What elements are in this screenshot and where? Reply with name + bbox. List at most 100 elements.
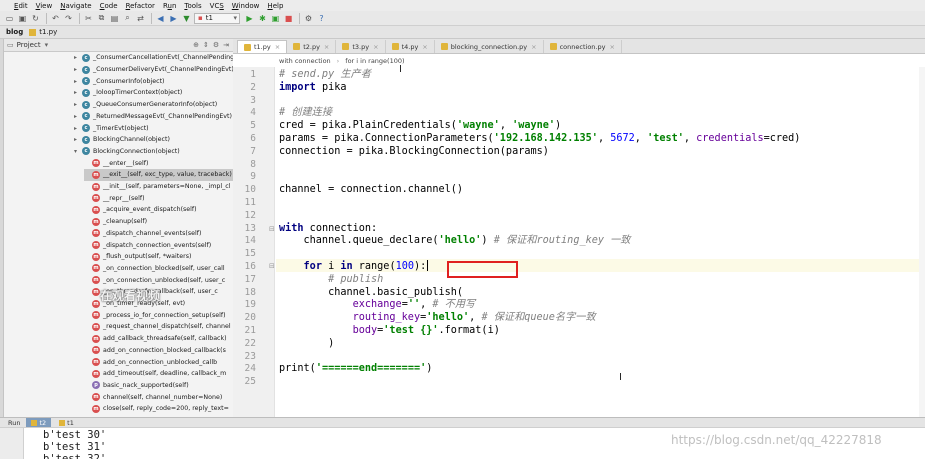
menu-item-tools[interactable]: Tools (184, 2, 201, 10)
menu-item-navigate[interactable]: Navigate (60, 2, 91, 10)
tree-method-item[interactable]: m _process_io_for_connection_setup(self) (84, 309, 233, 321)
close-icon[interactable]: × (609, 43, 614, 51)
tree-method-item[interactable]: m _acquire_event_dispatch(self) (84, 204, 233, 216)
close-icon[interactable]: × (324, 43, 329, 51)
editor-tab[interactable]: blocking_connection.py × (435, 40, 544, 53)
editor-breadcrumb-item[interactable]: for i in range(100) (345, 57, 404, 65)
menu-item-vcs[interactable]: VCS (210, 2, 224, 10)
editor-tab[interactable]: connection.py × (544, 40, 622, 53)
class-icon: c (82, 124, 90, 133)
close-icon[interactable]: × (422, 43, 427, 51)
tree-method-item[interactable]: m __enter__(self) (84, 157, 233, 169)
redo-icon[interactable]: ↷ (63, 13, 74, 24)
run-icon[interactable]: ▶ (244, 13, 255, 24)
tree-class-item[interactable]: ▸ c _QueueConsumerGeneratorInfo(object) (74, 99, 233, 111)
tree-method-item[interactable]: m _dispatch_connection_events(self) (84, 239, 233, 251)
tree-method-item[interactable]: m add_timeout(self, deadline, callback_m (84, 368, 233, 380)
close-icon[interactable]: × (275, 43, 280, 51)
tree-class-item[interactable]: ▸ c _TimerEvt(object) (74, 122, 233, 134)
menu-item-refactor[interactable]: Refactor (126, 2, 155, 10)
menu-item-help[interactable]: Help (267, 2, 283, 10)
build-icon[interactable]: ▼ (181, 13, 192, 24)
sync-icon[interactable]: ↻ (30, 13, 41, 24)
tree-method-item[interactable]: m _on_connection_blocked(self, user_call (84, 263, 233, 275)
run-config-select[interactable]: ▪ t1 ▾ (194, 12, 240, 24)
run-tab[interactable]: t1 (54, 418, 79, 427)
copy-icon[interactable]: ⧉ (96, 13, 107, 24)
breadcrumb-project[interactable]: blog (6, 28, 23, 36)
tree-class-item[interactable]: ▸ c _ConsumerCancellationEvt(_ChannelPendi… (74, 52, 233, 64)
tree-method-item[interactable]: m add_on_connection_blocked_callback(s (84, 345, 233, 357)
cut-icon[interactable]: ✂ (83, 13, 94, 24)
tree-class-item[interactable]: ▸ c _ReturnedMessageEvt(_ChannelPendingEvt… (74, 111, 233, 123)
tree-method-item[interactable]: m close(self, reply_code=200, reply_text= (84, 403, 233, 415)
tree-method-item[interactable]: m __init__(self, parameters=None, _impl_c… (84, 181, 233, 193)
menu-item-view[interactable]: View (36, 2, 53, 10)
tree-class-item[interactable]: ▸ c BlockingChannel(object) (74, 134, 233, 146)
tree-method-item[interactable]: m _request_channel_dispatch(self, channel (84, 321, 233, 333)
editor-breadcrumb-item[interactable]: with connection (279, 57, 331, 65)
menu-item-window[interactable]: Window (232, 2, 260, 10)
menu-item-run[interactable]: Run (163, 2, 176, 10)
debug-icon[interactable]: ✱ (257, 13, 268, 24)
chevron-right-icon[interactable]: ▸ (74, 136, 82, 143)
tree-method-item[interactable]: m channel(self, channel_number=None) (84, 391, 233, 403)
tree-class-item[interactable]: ▸ c _IoloopTimerContext(object) (74, 87, 233, 99)
hide-icon[interactable]: ⇥ (223, 41, 229, 49)
chevron-right-icon[interactable]: ▸ (74, 125, 82, 132)
tree-method-item[interactable]: m __repr__(self) (84, 192, 233, 204)
run-tab[interactable]: t2 (26, 418, 52, 427)
find-icon[interactable]: ⌕ (122, 13, 133, 24)
save-icon[interactable]: ▣ (17, 13, 28, 24)
chevron-right-icon[interactable]: ▸ (74, 101, 82, 108)
help-icon[interactable]: ? (316, 13, 327, 24)
replace-icon[interactable]: ⇄ (135, 13, 146, 24)
settings-icon[interactable]: ⚙ (303, 13, 314, 24)
code-token: # 创建连接 (279, 107, 333, 119)
stop-icon[interactable]: ■ (283, 13, 294, 24)
tree-class-item[interactable]: ▸ c _ConsumerDeliveryEvt(_ChannelPendingEv… (74, 64, 233, 76)
project-panel-title[interactable]: Project (17, 41, 41, 49)
paste-icon[interactable]: ▤ (109, 13, 120, 24)
back-icon[interactable]: ◀ (155, 13, 166, 24)
chevron-down-icon[interactable]: ▾ (45, 41, 49, 49)
class-icon: c (82, 88, 90, 97)
tree-method-item[interactable]: m _dispatch_channel_events(self) (84, 228, 233, 240)
editor-tab[interactable]: t3.py × (336, 40, 386, 53)
editor-tab[interactable]: t1.py × (237, 40, 288, 53)
tree-class-item[interactable]: ▾ c BlockingConnection(object) (74, 146, 233, 158)
gear-icon[interactable]: ⚙ (213, 41, 219, 49)
code-editor[interactable]: # send.py 生产者 import pika # 创建连接 cred = pik… (279, 67, 919, 417)
fold-marker-icon[interactable]: ⊟ (269, 262, 275, 270)
menu-item-code[interactable]: Code (100, 2, 118, 10)
tree-method-item[interactable]: m add_callback_threadsafe(self, callback) (84, 333, 233, 345)
editor-scrollbar[interactable] (919, 67, 925, 417)
undo-icon[interactable]: ↶ (50, 13, 61, 24)
editor-tab[interactable]: t2.py × (287, 40, 337, 53)
breadcrumb-file[interactable]: t1.py (29, 28, 57, 36)
tree-method-item[interactable]: m _flush_output(self, *waiters) (84, 251, 233, 263)
tree-class-item[interactable]: ▸ c _ConsumerInfo(object) (74, 75, 233, 87)
tree-method-item[interactable]: m __exit__(self, exc_type, value, traceba… (84, 169, 233, 181)
fold-marker-icon[interactable]: ⊟ (269, 225, 275, 233)
chevron-right-icon[interactable]: ▸ (74, 66, 82, 73)
chevron-right-icon[interactable]: ▸ (74, 78, 82, 85)
collapse-icon[interactable]: ⇕ (203, 41, 209, 49)
coverage-icon[interactable]: ▣ (270, 13, 281, 24)
close-icon[interactable]: × (531, 43, 536, 51)
scope-icon[interactable]: ⊕ (193, 41, 199, 49)
tree-method-item[interactable]: m add_on_connection_unblocked_callb (84, 356, 233, 368)
chevron-right-icon[interactable]: ▸ (74, 113, 82, 120)
forward-icon[interactable]: ▶ (168, 13, 179, 24)
tree-method-item[interactable]: p basic_nack_supported(self) (84, 380, 233, 392)
method-icon: m (92, 287, 100, 296)
close-icon[interactable]: × (373, 43, 378, 51)
menu-item-edit[interactable]: Edit (14, 2, 28, 10)
chevron-right-icon[interactable]: ▸ (74, 89, 82, 96)
tree-method-item[interactable]: m _on_connection_unblocked(self, user_c (84, 274, 233, 286)
folder-icon[interactable]: ▭ (4, 13, 15, 24)
editor-tab[interactable]: t4.py × (386, 40, 435, 53)
tree-method-item[interactable]: m _cleanup(self) (84, 216, 233, 228)
chevron-down-icon[interactable]: ▾ (74, 148, 82, 155)
chevron-right-icon[interactable]: ▸ (74, 54, 82, 61)
